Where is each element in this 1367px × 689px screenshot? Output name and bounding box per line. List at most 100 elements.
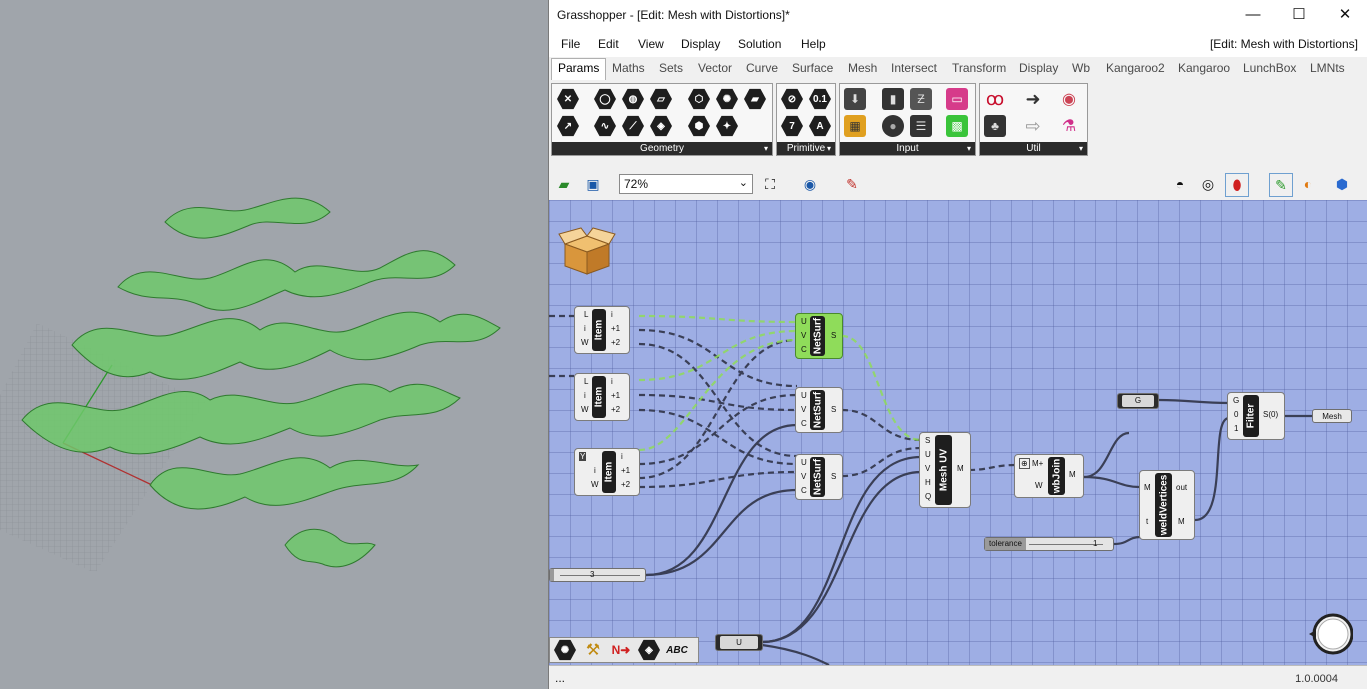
port-in[interactable]: S	[925, 436, 930, 445]
port-out[interactable]: S	[831, 405, 836, 414]
port-in[interactable]: U	[925, 450, 931, 459]
port-in[interactable]: 1	[1234, 424, 1238, 433]
panel-icon[interactable]: Ƶ	[910, 88, 932, 110]
document-preview-icon[interactable]: ✎	[1269, 173, 1293, 197]
arrow-outline-icon[interactable]: ⇨	[1022, 115, 1044, 137]
mesh-uv-component[interactable]: S U V H Q Mesh UV M	[919, 432, 971, 508]
port-in[interactable]: W	[1035, 481, 1043, 490]
value-list-icon[interactable]: ☰	[910, 115, 932, 137]
display-mode-icon[interactable]: ◐	[1297, 173, 1319, 195]
port-out[interactable]: +2	[611, 338, 620, 347]
sketch-pen-icon[interactable]: ✎	[841, 173, 863, 195]
port-in[interactable]: 0	[1234, 410, 1238, 419]
port-out[interactable]: +1	[621, 466, 630, 475]
boolean-icon[interactable]: ⊘	[781, 88, 803, 110]
open-file-icon[interactable]: ▰	[553, 173, 575, 195]
text-icon[interactable]: A	[809, 115, 831, 137]
toggle-icon[interactable]: ▮	[882, 88, 904, 110]
line-icon[interactable]: ⟋	[622, 115, 644, 137]
port-in[interactable]: W	[591, 480, 599, 489]
tab-surface[interactable]: Surface	[792, 61, 833, 75]
tab-intersect[interactable]: Intersect	[891, 61, 937, 75]
button-icon[interactable]: ●	[882, 115, 904, 137]
netsurf-component-3[interactable]: U V C NetSurf S	[795, 454, 843, 500]
tab-lunchbox[interactable]: LunchBox	[1243, 61, 1296, 75]
panel-expand-icon[interactable]: ▾	[1079, 142, 1083, 155]
integer-icon[interactable]: 7	[781, 115, 803, 137]
panel-expand-icon[interactable]: ▾	[764, 142, 768, 155]
curve-icon[interactable]: ∿	[594, 115, 616, 137]
port-in[interactable]: M	[1144, 483, 1151, 492]
filter-component[interactable]: G 0 1 Filter S(0)	[1227, 392, 1285, 440]
preview-selected-icon[interactable]: ⬮	[1225, 173, 1249, 197]
port-out[interactable]: +2	[611, 405, 620, 414]
port-in[interactable]: H	[925, 478, 931, 487]
zoom-extents-icon[interactable]: ⛶	[759, 173, 781, 195]
grasshopper-canvas[interactable]: L i W Item i +1 +2 L i W Item i +1 +2 Y …	[549, 200, 1367, 665]
field-icon[interactable]: ◈	[650, 115, 672, 137]
count-slider[interactable]: 3	[549, 568, 646, 582]
tree-icon[interactable]: ♣	[984, 115, 1006, 137]
mesh-quality-icon[interactable]: ⬢	[1331, 173, 1353, 195]
item-component-3[interactable]: Y i W Item i +1 +2	[574, 448, 640, 496]
menu-solution[interactable]: Solution	[738, 37, 781, 51]
netsurf-component-1[interactable]: U V C NetSurf S	[795, 313, 843, 359]
tolerance-slider[interactable]: tolerance 1	[984, 537, 1114, 551]
mesh-face-icon[interactable]: ⬢	[688, 115, 710, 137]
port-in[interactable]: V	[925, 464, 930, 473]
port-in[interactable]: C	[801, 486, 807, 495]
brep-icon[interactable]: ◍	[622, 88, 644, 110]
markov-widget-icon[interactable]: N➜	[610, 639, 632, 661]
u-param[interactable]: U	[715, 634, 763, 651]
port-in[interactable]: V	[801, 331, 806, 340]
geometry-icon[interactable]: ✕	[557, 88, 579, 110]
port-out[interactable]: M	[1178, 517, 1185, 526]
menu-file[interactable]: File	[561, 37, 580, 51]
tab-sets[interactable]: Sets	[659, 61, 683, 75]
port-in[interactable]: W	[581, 405, 589, 414]
panel-expand-icon[interactable]: ▾	[827, 142, 831, 155]
tab-maths[interactable]: Maths	[612, 61, 645, 75]
port-out[interactable]: M	[957, 464, 964, 473]
menu-display[interactable]: Display	[681, 37, 720, 51]
minimize-button[interactable]: —	[1230, 0, 1276, 31]
close-button[interactable]: ✕	[1322, 0, 1367, 31]
item-component-2[interactable]: L i W Item i +1 +2	[574, 373, 630, 421]
mesh-param[interactable]: Mesh	[1312, 409, 1352, 423]
port-out[interactable]: i	[611, 377, 613, 386]
circle-icon[interactable]: ◯	[594, 88, 616, 110]
port-in[interactable]: t	[1146, 517, 1148, 526]
port-out[interactable]: i	[621, 452, 623, 461]
maximize-button[interactable]: ☐	[1276, 0, 1322, 31]
file-path-icon[interactable]: ⬇	[844, 88, 866, 110]
port-in[interactable]: W	[581, 338, 589, 347]
port-in[interactable]: M+	[1032, 459, 1043, 468]
rhino-viewport[interactable]	[0, 0, 548, 689]
port-out[interactable]: +1	[611, 324, 620, 333]
netsurf-component-2[interactable]: U V C NetSurf S	[795, 387, 843, 433]
arrow-right-icon[interactable]: ➜	[1022, 88, 1044, 110]
tab-lmnts[interactable]: LMNts	[1310, 61, 1345, 75]
vector-icon[interactable]: ↗	[557, 115, 579, 137]
mesh-widget-icon[interactable]: ✺	[554, 639, 576, 661]
box-icon[interactable]: ⬡	[688, 88, 710, 110]
port-out[interactable]: S	[831, 472, 836, 481]
tab-vector[interactable]: Vector	[698, 61, 732, 75]
preview-shaded-icon[interactable]: ◎	[1197, 173, 1219, 195]
port-in[interactable]: U	[801, 317, 807, 326]
palette-icon[interactable]: ▩	[946, 115, 968, 137]
tab-kangaroo[interactable]: Kangaroo	[1178, 61, 1230, 75]
menu-help[interactable]: Help	[801, 37, 826, 51]
tab-display[interactable]: Display	[1019, 61, 1058, 75]
flask-icon[interactable]: ⚗	[1058, 115, 1080, 137]
port-in[interactable]: C	[801, 419, 807, 428]
tab-curve[interactable]: Curve	[746, 61, 778, 75]
fitness-icon[interactable]: ◉	[1058, 88, 1080, 110]
surface-icon[interactable]: ▱	[650, 88, 672, 110]
port-in[interactable]: U	[801, 391, 807, 400]
item-component-1[interactable]: L i W Item i +1 +2	[574, 306, 630, 354]
menu-view[interactable]: View	[638, 37, 664, 51]
weld-vertices-component[interactable]: M t weldVertices out M	[1139, 470, 1195, 540]
slider-track[interactable]	[560, 575, 640, 576]
tab-wb[interactable]: Wb	[1072, 61, 1090, 75]
